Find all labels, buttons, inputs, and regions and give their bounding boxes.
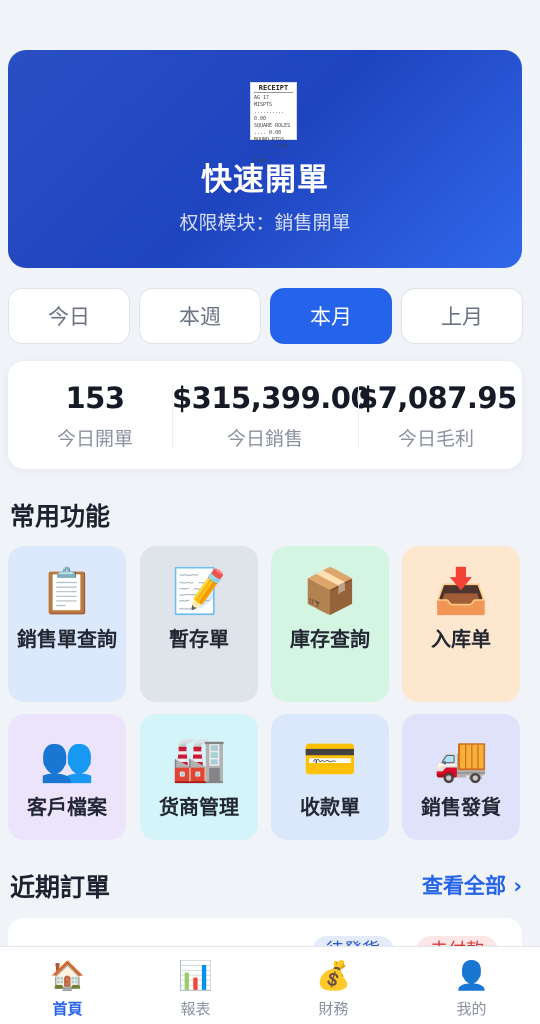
tab-this-month[interactable]: 本月 [270,288,392,344]
function-tile[interactable]: 📋 銷售單查詢 [8,546,126,702]
credit-card-icon: 💳 [302,734,358,785]
nav-home[interactable]: 🏠 首頁 [0,947,135,1024]
nav-profile[interactable]: 👤 我的 [404,947,539,1024]
stat-orders: 153 今日開單 [8,361,182,469]
factory-icon: 🏭 [171,734,227,785]
function-tile-label: 銷售發貨 [421,795,501,819]
nav-label: 首頁 [52,1000,83,1018]
function-tile-label: 庫存查詢 [290,627,370,651]
bar-chart-icon: 📊 [178,959,213,992]
function-tile-label: 銷售單查詢 [17,627,117,651]
function-tile[interactable]: 📥 入库单 [402,546,520,702]
stat-value: 153 [65,381,125,415]
delivery-truck-icon: 🚚 [433,734,489,785]
hero-title: 快速開單 [201,162,329,198]
nav-reports[interactable]: 📊 報表 [128,947,263,1024]
stat-value: $7,087.95 [358,381,517,415]
receipt-line: MISPTS .......... 0.00 [254,102,285,122]
receipt-line: AG 17 [254,95,270,101]
clipboard-icon: 📋 [39,566,95,617]
tab-today[interactable]: 今日 [8,288,130,344]
function-tile[interactable]: 📦 庫存查詢 [271,546,389,702]
function-tile-label: 货商管理 [159,795,239,819]
receipt-line: BOUND RTGS ...... 0.00 [254,137,288,150]
money-bag-icon: 💰 [316,959,351,992]
receipt-icon: RECEIPT AG 17 MISPTS .......... 0.00 SQU… [250,82,299,164]
section-title-common: 常用功能 [10,502,111,531]
memo-icon: 📝 [171,566,227,617]
receipt-header: RECEIPT [254,85,293,93]
tab-this-week[interactable]: 本週 [139,288,261,344]
function-tile-label: 入库单 [431,627,491,651]
function-tile-label: 客戶檔案 [27,795,107,819]
hero-subtitle: 权限模块：銷售開單 [179,212,351,234]
function-tile[interactable]: 📝 暫存單 [140,546,258,702]
nav-finance[interactable]: 💰 財務 [266,947,401,1024]
stat-label: 今日銷售 [226,428,303,450]
bottom-nav: 🏠 首頁 📊 報表 💰 財務 👤 我的 [0,946,540,1024]
tab-last-month[interactable]: 上月 [401,288,523,344]
function-tile-label: 收款單 [300,795,360,819]
stat-sales: $315,399.00 今日銷售 [172,361,371,469]
stat-label: 今日毛利 [397,428,474,450]
function-tile[interactable]: 👥 客戶檔案 [8,714,126,840]
user-icon: 👤 [454,959,489,992]
users-icon: 👥 [39,734,95,785]
package-icon: 📦 [302,566,358,617]
stat-value: $315,399.00 [172,381,371,415]
section-title-recent: 近期訂單 [10,873,111,902]
inbox-tray-icon: 📥 [433,566,489,617]
quick-order-card[interactable]: RECEIPT AG 17 MISPTS .......... 0.00 SQU… [8,50,522,268]
nav-label: 我的 [456,1000,487,1018]
function-tile[interactable]: 💳 收款單 [271,714,389,840]
nav-label: 財務 [318,1000,349,1018]
function-tile[interactable]: 🏭 货商管理 [140,714,258,840]
period-tabs: 今日 本週 本月 上月 [8,288,523,344]
stats-card: 153 今日開單 $315,399.00 今日銷售 $7,087.95 今日毛利 [8,361,522,469]
receipt-line: SQUARE ROLES .... 0.00 [254,123,291,136]
stat-label: 今日開單 [56,428,133,450]
home-icon: 🏠 [50,959,85,992]
function-tile-label: 暫存單 [169,627,229,651]
function-tile[interactable]: 🚚 銷售發貨 [402,714,520,840]
nav-label: 報表 [180,1000,211,1018]
see-all-link[interactable]: 查看全部 › [422,870,522,900]
stat-profit: $7,087.95 今日毛利 [358,361,517,469]
